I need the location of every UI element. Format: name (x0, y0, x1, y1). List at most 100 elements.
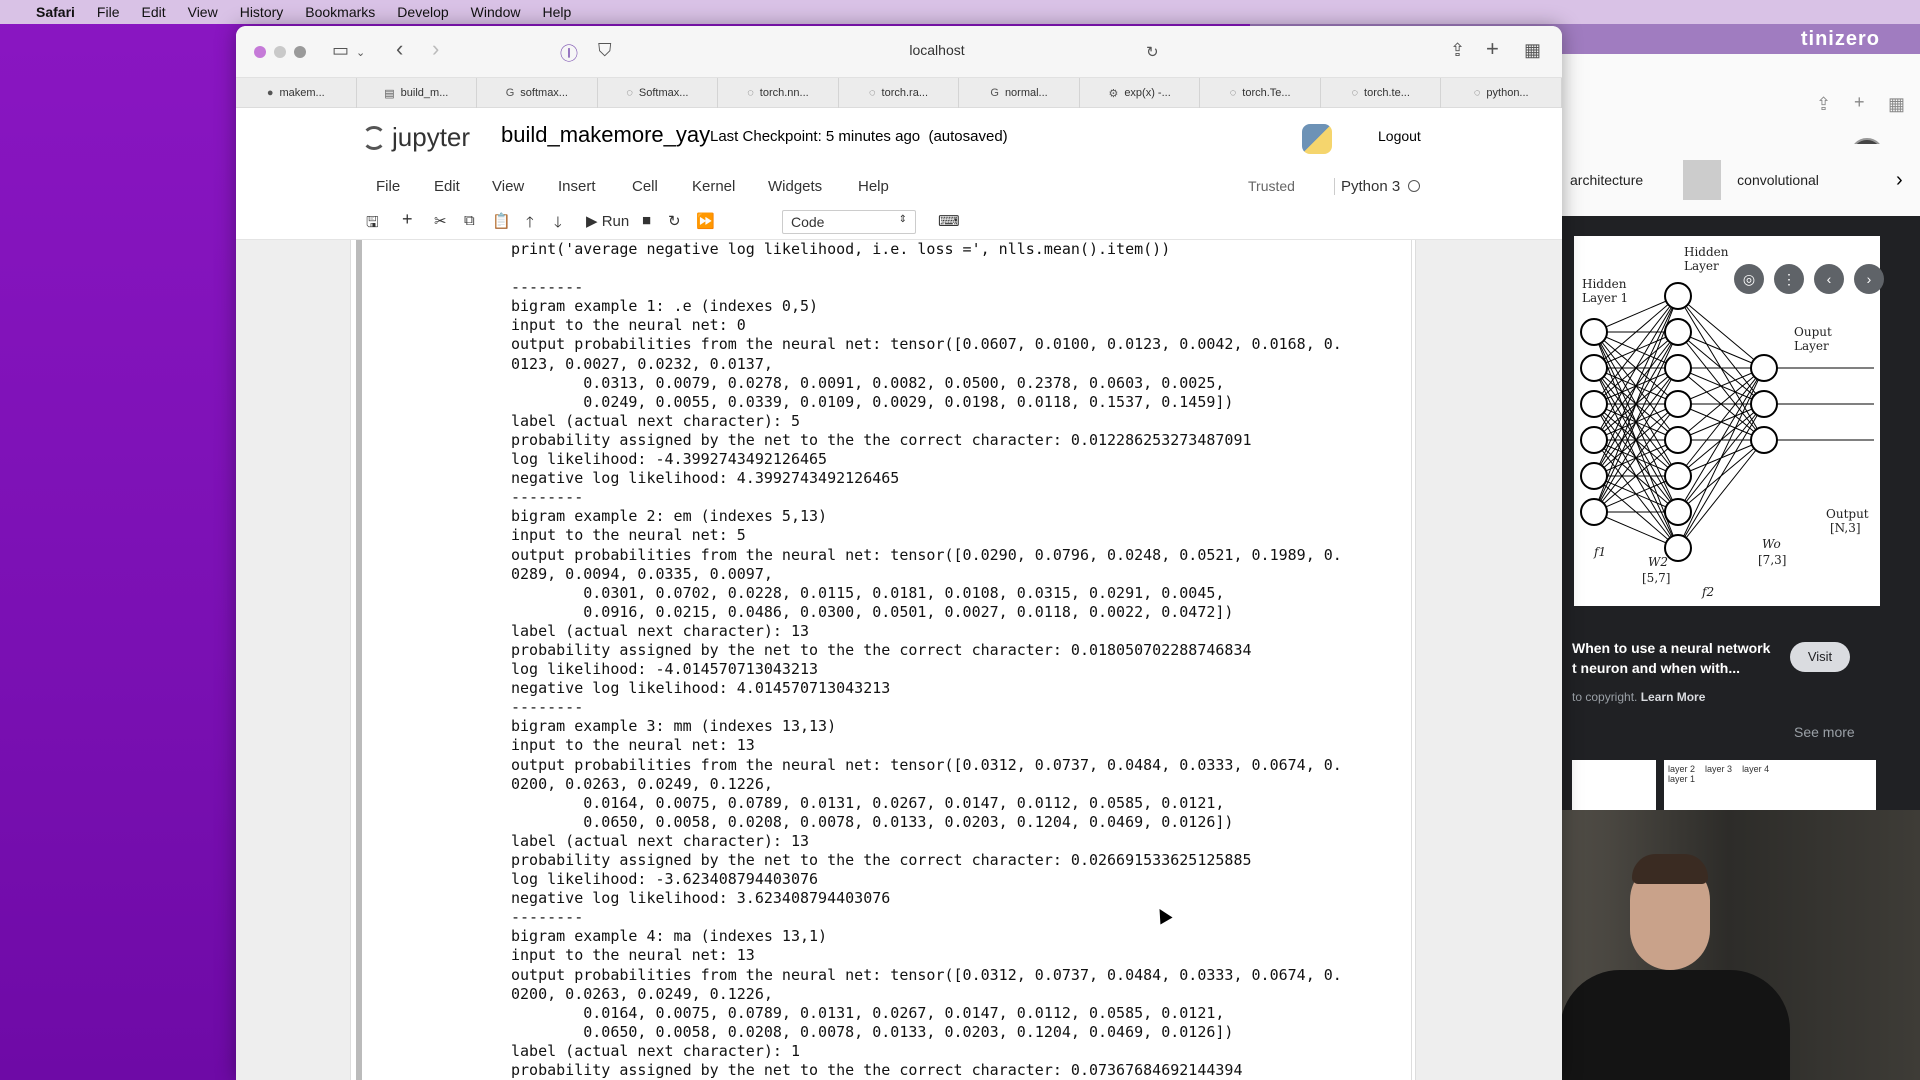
copy-icon[interactable]: ⧉ (464, 212, 475, 229)
see-more-link[interactable]: See more (1794, 724, 1855, 740)
keyboard-icon[interactable]: ⌨ (938, 212, 960, 230)
tab-8[interactable]: ◌ torch.Te... (1200, 78, 1321, 108)
chip-architecture[interactable]: architecture (1570, 172, 1643, 188)
address-bar[interactable]: localhost (870, 42, 1004, 58)
kernel-status-icon (1408, 179, 1421, 192)
tab-9[interactable]: ◌ torch.te... (1321, 78, 1442, 108)
output-line: input to the neural net: 0 (511, 316, 746, 335)
zoom-window-button[interactable] (294, 46, 306, 58)
trusted-indicator[interactable]: Trusted (1248, 178, 1295, 194)
related-thumbnail-layers[interactable]: layer 2 layer 3 layer 4 layer 1 (1664, 760, 1876, 810)
shield-icon[interactable]: ⛉ (598, 40, 612, 61)
macos-menubar: Safari File Edit View History Bookmarks … (0, 0, 1920, 24)
menu-edit[interactable]: Edit (434, 178, 460, 195)
notebook-name[interactable]: build_makemore_yay (501, 122, 710, 148)
sidebar-toggle-icon[interactable]: ▭ (332, 40, 349, 61)
tab-4[interactable]: ◌ torch.nn... (718, 78, 839, 108)
jupyter-logo[interactable]: jupyter (362, 122, 470, 153)
menubar-app-name[interactable]: Safari (36, 4, 75, 20)
run-button[interactable]: ▶ Run (586, 212, 629, 230)
menubar-develop[interactable]: Develop (397, 4, 448, 20)
move-down-icon[interactable]: 🡓 (554, 212, 562, 237)
more-options-icon[interactable]: ⋮ (1774, 264, 1804, 294)
tab-7[interactable]: ⚙ exp(x) -... (1080, 78, 1201, 108)
kernel-indicator[interactable]: Python 3 (1334, 177, 1421, 195)
jupyter-toolbar: 🖫 + ✂ ⧉ 📋 🡑 🡓 ▶ Run ■ ↻ ⏩ Code ⇕ ⌨ (236, 204, 1562, 240)
previous-icon[interactable]: ‹ (1814, 264, 1844, 294)
output-line: -------- (511, 698, 584, 717)
tab-label: normal... (1004, 87, 1048, 99)
jupyter-logo-text: jupyter (392, 122, 471, 152)
pytorch-icon: ◌ (747, 87, 754, 99)
tab-6[interactable]: Gnormal... (959, 78, 1080, 108)
tab-0[interactable]: ● makem... (236, 78, 357, 108)
chevron-down-icon[interactable]: ⌄ (356, 46, 365, 59)
new-tab-icon[interactable]: + (1854, 92, 1865, 113)
menu-view[interactable]: View (492, 178, 524, 195)
neuron-node (1750, 354, 1778, 382)
tab-10[interactable]: ◌ python... (1441, 78, 1562, 108)
fast-forward-icon[interactable]: ⏩ (696, 212, 715, 230)
extension-icon[interactable]: Ⓘ (560, 40, 578, 66)
tab-3[interactable]: ◌ Softmax... (598, 78, 719, 108)
python-logo-icon (1302, 124, 1332, 154)
chip-convolutional[interactable]: convolutional (1737, 172, 1819, 188)
menubar-window[interactable]: Window (471, 4, 521, 20)
github-icon: ● (266, 87, 274, 99)
menubar-history[interactable]: History (240, 4, 284, 20)
menu-widgets[interactable]: Widgets (768, 178, 822, 195)
menubar-edit[interactable]: Edit (141, 4, 165, 20)
tab-5[interactable]: ◌ torch.ra... (839, 78, 960, 108)
menu-kernel[interactable]: Kernel (692, 178, 735, 195)
learn-more-link[interactable]: Learn More (1641, 690, 1706, 704)
logout-button[interactable]: Logout (1378, 128, 1421, 144)
menu-cell[interactable]: Cell (632, 178, 658, 195)
stop-icon[interactable]: ■ (642, 212, 651, 229)
chip-thumbnail (1683, 160, 1722, 200)
output-line: probability assigned by the net to the t… (511, 640, 1252, 659)
notebook-area: print('average negative log likelihood, … (236, 240, 1562, 1080)
menu-insert[interactable]: Insert (558, 178, 596, 195)
next-icon[interactable]: › (1854, 264, 1884, 294)
new-tab-icon[interactable]: + (1486, 36, 1499, 62)
paste-icon[interactable]: 📋 (492, 212, 511, 230)
share-icon[interactable]: ⇪ (1450, 40, 1465, 61)
menubar-bookmarks[interactable]: Bookmarks (305, 4, 375, 20)
result-title[interactable]: When to use a neural network t neuron an… (1572, 638, 1792, 678)
menubar-view[interactable]: View (188, 4, 218, 20)
menubar-help[interactable]: Help (542, 4, 571, 20)
back-icon[interactable]: ‹ (396, 36, 403, 62)
reload-icon[interactable]: ↻ (1146, 43, 1159, 61)
google-icon: G (505, 87, 515, 99)
forward-icon[interactable]: › (432, 36, 439, 62)
menu-file[interactable]: File (376, 178, 400, 195)
menubar-file[interactable]: File (97, 4, 120, 20)
tab-1[interactable]: ▤ build_m... (357, 78, 478, 108)
close-window-button[interactable] (254, 46, 266, 58)
visit-button[interactable]: Visit (1790, 642, 1850, 672)
connection-line (1593, 295, 1679, 477)
restart-icon[interactable]: ↻ (668, 212, 681, 230)
tab-overview-icon[interactable]: ▦ (1888, 94, 1905, 115)
minimize-window-button[interactable] (274, 46, 286, 58)
menu-help[interactable]: Help (858, 178, 889, 195)
neuron-node (1580, 498, 1608, 526)
move-up-icon[interactable]: 🡑 (526, 212, 534, 237)
connection-line (1677, 367, 1765, 477)
cut-icon[interactable]: ✂ (434, 212, 447, 230)
tab-label: makem... (279, 87, 325, 99)
chevron-right-icon[interactable]: › (1896, 169, 1903, 192)
output-line: 0200, 0.0263, 0.0249, 0.1226, (511, 984, 773, 1003)
save-icon[interactable]: 🖫 (366, 212, 379, 237)
tab-2[interactable]: Gsoftmax... (477, 78, 598, 108)
lens-icon[interactable]: ◎ (1734, 264, 1764, 294)
output-line: -------- (511, 908, 584, 927)
cell-type-select[interactable]: Code ⇕ (782, 210, 916, 234)
insert-cell-icon[interactable]: + (402, 209, 413, 230)
tab-label: torch.nn... (759, 87, 809, 99)
neuron-node (1580, 426, 1608, 454)
related-thumbnail[interactable] (1572, 760, 1656, 810)
share-icon[interactable]: ⇪ (1816, 94, 1831, 115)
output-line: negative log likelihood: 4.3992743492126… (511, 469, 900, 488)
tab-overview-icon[interactable]: ▦ (1524, 40, 1541, 61)
